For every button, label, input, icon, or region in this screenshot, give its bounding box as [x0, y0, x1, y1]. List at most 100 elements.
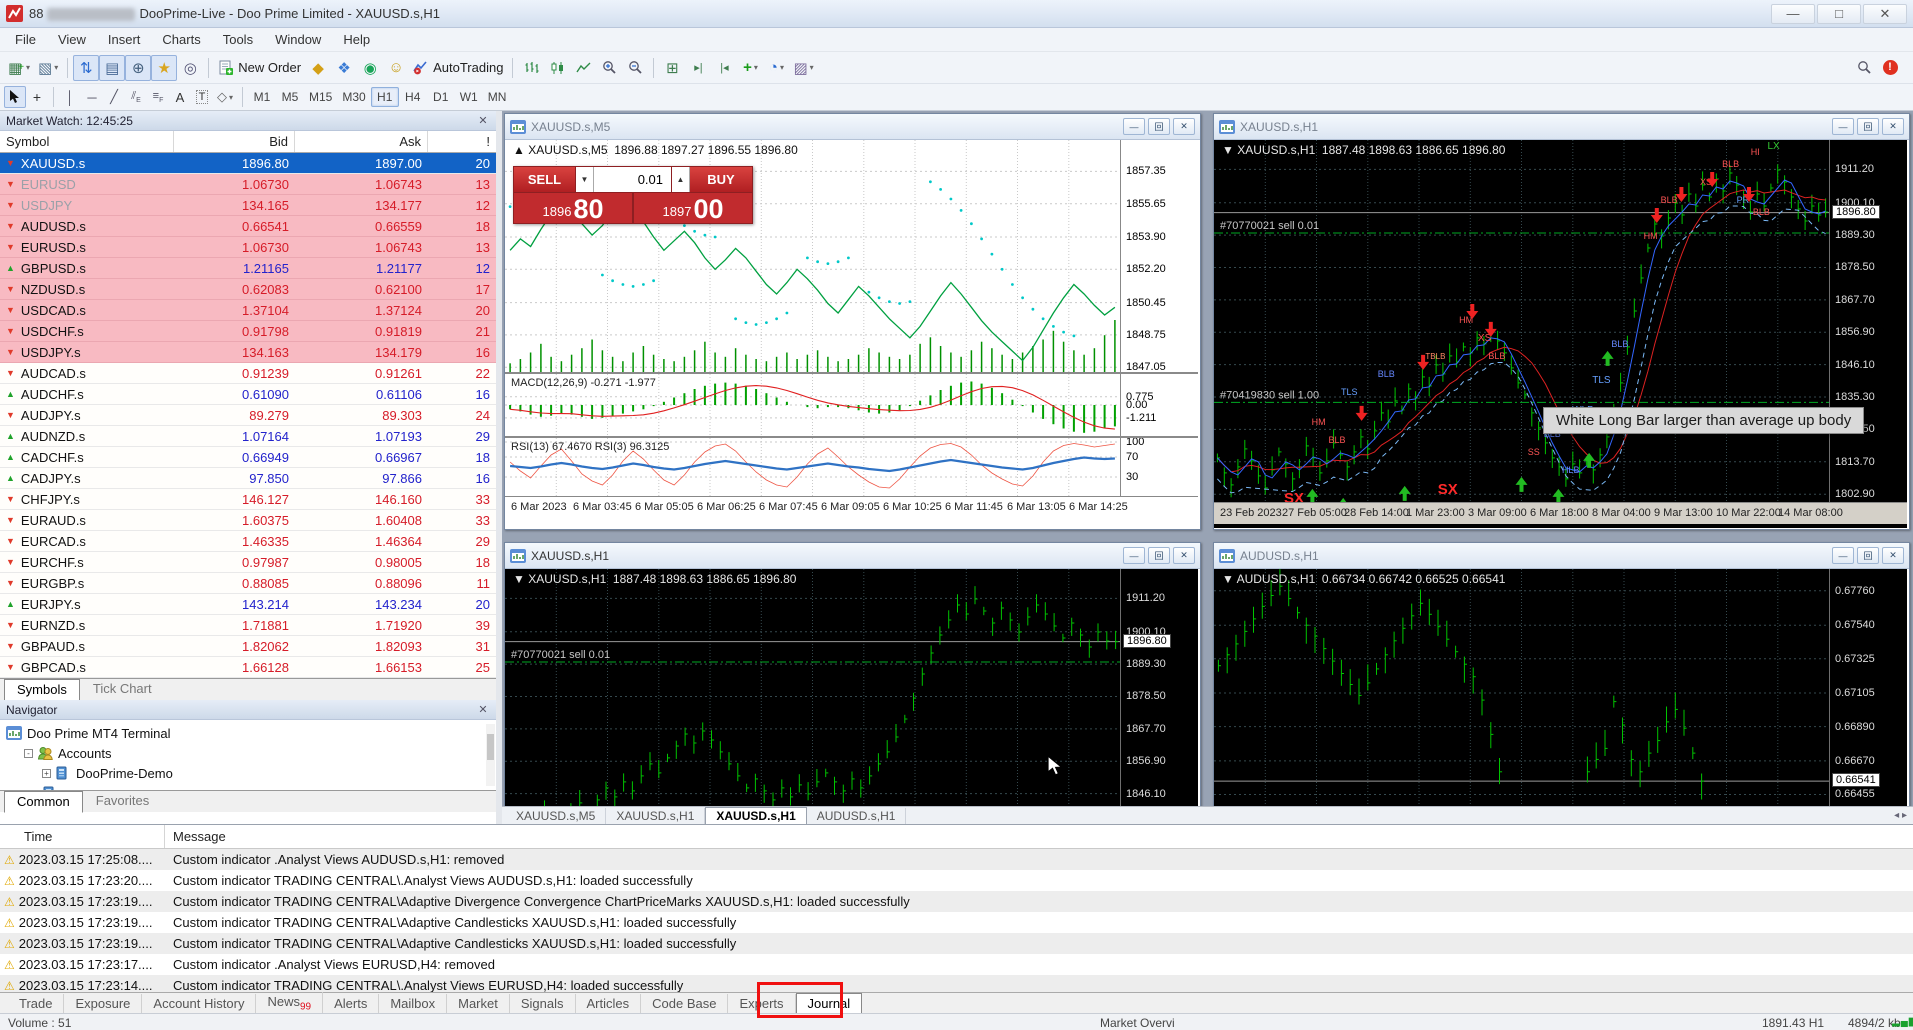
journal-row[interactable]: ⚠2023.03.15 17:23:19....Custom indicator… [0, 912, 1913, 933]
chart-restore-button[interactable]: 回 [1148, 547, 1170, 564]
column-symbol[interactable]: Symbol [0, 131, 174, 152]
market-watch-row-audjpy.s[interactable]: ▼AUDJPY.s89.27989.30324 [0, 405, 496, 426]
market-watch-row-eurgbp.s[interactable]: ▼EURGBP.s0.880850.8809611 [0, 573, 496, 594]
market-watch-row-xauusd.s[interactable]: ▼XAUUSD.s1896.801897.0020 [0, 153, 496, 174]
chart-minimize-button[interactable]: — [1123, 547, 1145, 564]
market-watch-row-chfjpy.s[interactable]: ▼CHFJPY.s146.127146.16033 [0, 489, 496, 510]
templates-button[interactable]: ▨▾ [789, 55, 817, 81]
tile-windows-button[interactable]: ⊞ [659, 55, 685, 81]
market-watch-row-nzdusd.s[interactable]: ▼NZDUSD.s0.620830.6210017 [0, 279, 496, 300]
chart-minimize-button[interactable]: — [1832, 547, 1854, 564]
market-watch-row-eurusd.s[interactable]: ▼EURUSD.s1.067301.0674313 [0, 237, 496, 258]
shapes-button[interactable]: ◇▾ [213, 86, 237, 108]
terminal-tab-signals[interactable]: Signals [510, 994, 576, 1013]
market-watch-row-usdchf.s[interactable]: ▼USDCHF.s0.917980.9181921 [0, 321, 496, 342]
strategy-tester-button[interactable]: ◎ [177, 55, 203, 81]
toolbar-icon-hosting[interactable]: ❖ [331, 55, 357, 81]
navigator-toggle[interactable]: ⊕ [125, 55, 151, 81]
chart-line-button[interactable] [570, 55, 596, 81]
chart-close-button[interactable]: ✕ [1173, 118, 1195, 135]
terminal-tab-exposure[interactable]: Exposure [64, 994, 142, 1013]
timeframe-button-d1[interactable]: D1 [427, 87, 455, 107]
chart-tab-1[interactable]: XAUUSD.s,H1 [606, 808, 705, 824]
collapse-icon[interactable]: - [24, 749, 33, 758]
chart-close-button[interactable]: ✕ [1882, 547, 1904, 564]
chart-minimize-button[interactable]: — [1123, 118, 1145, 135]
timeframe-button-m5[interactable]: M5 [276, 87, 304, 107]
search-button[interactable] [1851, 55, 1877, 81]
market-watch-caption[interactable]: Market Watch: 12:45:25 ✕ [0, 111, 496, 131]
column-ask[interactable]: Ask [295, 131, 428, 152]
terminal-tab-code-base[interactable]: Code Base [641, 994, 728, 1013]
terminal-tab-news[interactable]: News99 [256, 992, 323, 1015]
new-order-button[interactable]: New Order [214, 55, 305, 81]
lot-decrease-button[interactable]: ▼ [576, 167, 594, 192]
sell-price[interactable]: 189680 [514, 193, 632, 223]
vertical-line-tool[interactable]: │ [59, 86, 81, 108]
chart-window-xauusd-h1-top[interactable]: XAUUSD.s,H1 — 回 ✕ ▼ XAUUSD.s,H1 1887.48 … [1213, 113, 1910, 530]
tab-common[interactable]: Common [4, 791, 83, 813]
market-watch-row-eurjpy.s[interactable]: ▲EURJPY.s143.214143.23420 [0, 594, 496, 615]
market-watch-toggle[interactable]: ⇅ [73, 55, 99, 81]
market-watch-row-eurnzd.s[interactable]: ▼EURNZD.s1.718811.7192039 [0, 615, 496, 636]
price-pane[interactable]: #70770021 sell 0.01 [505, 569, 1120, 806]
journal-column-message[interactable]: Message [165, 829, 226, 844]
market-watch-row-audusd.s[interactable]: ▼AUDUSD.s0.665410.6655918 [0, 216, 496, 237]
market-watch-row-usdjpy.s[interactable]: ▼USDJPY.s134.163134.17916 [0, 342, 496, 363]
cursor-tool[interactable] [4, 86, 26, 108]
navigator-scrollbar[interactable] [486, 724, 495, 786]
terminal-tab-trade[interactable]: Trade [8, 994, 64, 1013]
column-bid[interactable]: Bid [174, 131, 295, 152]
crosshair-tool[interactable]: + [26, 86, 48, 108]
terminal-tab-articles[interactable]: Articles [576, 994, 642, 1013]
market-watch-row-eurusd[interactable]: ▼EURUSD1.067301.0674313 [0, 174, 496, 195]
maximize-button[interactable]: □ [1817, 4, 1861, 24]
buy-button[interactable]: BUY [690, 167, 752, 192]
buy-price[interactable]: 189700 [634, 193, 752, 223]
timeframe-button-h1[interactable]: H1 [371, 87, 399, 107]
tab-scroll-arrows[interactable]: ◂ ▸ [1894, 810, 1907, 821]
chart-window-xauusd-h1-bottom[interactable]: XAUUSD.s,H1 — 回 ✕ ▼ XAUUSD.s,H1 1887.48 … [504, 542, 1201, 806]
timeframe-button-m1[interactable]: M1 [248, 87, 276, 107]
chart-tab-2[interactable]: XAUUSD.s,H1 [705, 807, 806, 824]
trendline-tool[interactable]: ╱ [103, 86, 125, 108]
menu-item-view[interactable]: View [47, 29, 97, 50]
market-watch-close-icon[interactable]: ✕ [476, 114, 490, 127]
timeframe-button-w1[interactable]: W1 [455, 87, 483, 107]
chart-window-xauusd-m5[interactable]: XAUUSD.s,M5 — 回 ✕ ▲ XAUUSD.s,M5 1896.88 … [504, 113, 1201, 530]
channel-tool[interactable]: ⫽E [125, 86, 147, 108]
close-button[interactable]: ✕ [1863, 4, 1907, 24]
timeframe-button-m15[interactable]: M15 [304, 87, 337, 107]
market-watch-row-gbpusd.s[interactable]: ▲GBPUSD.s1.211651.2117712 [0, 258, 496, 279]
navigator-close-icon[interactable]: ✕ [476, 703, 490, 716]
tab-favorites[interactable]: Favorites [83, 790, 162, 812]
chart-restore-button[interactable]: 回 [1857, 118, 1879, 135]
price-pane[interactable]: #70770021 sell 0.01#70419830 sell 1.00SX… [1214, 140, 1829, 502]
lot-increase-button[interactable]: ▲ [672, 167, 690, 192]
navigator-item-partial[interactable] [0, 783, 496, 790]
chart-tab-0[interactable]: XAUUSD.s,M5 [506, 808, 606, 824]
text-label-tool[interactable]: T [191, 86, 213, 108]
navigator-item-dooprime-demo[interactable]: +DooPrime-Demo [0, 763, 496, 783]
price-pane[interactable] [1214, 569, 1829, 806]
text-tool[interactable]: A [169, 86, 191, 108]
toolbar-icon-community[interactable]: ☺ [383, 55, 409, 81]
expand-icon[interactable]: + [42, 769, 51, 778]
chart-title-bar[interactable]: AUDUSD.s,H1 — 回 ✕ [1214, 543, 1909, 569]
profiles-button[interactable]: ▧▾ [34, 55, 62, 81]
fibonacci-tool[interactable]: ≡F [147, 86, 169, 108]
menu-item-charts[interactable]: Charts [151, 29, 211, 50]
navigator-caption[interactable]: Navigator ✕ [0, 700, 496, 720]
market-watch-row-gbpaud.s[interactable]: ▼GBPAUD.s1.820621.8209331 [0, 636, 496, 657]
market-watch-row-cadchf.s[interactable]: ▲CADCHF.s0.669490.6696718 [0, 447, 496, 468]
menu-item-file[interactable]: File [4, 29, 47, 50]
chart-restore-button[interactable]: 回 [1148, 118, 1170, 135]
market-watch-row-usdcad.s[interactable]: ▼USDCAD.s1.371041.3712420 [0, 300, 496, 321]
toolbar-icon-signals[interactable]: ◉ [357, 55, 383, 81]
zoom-in-button[interactable] [596, 55, 622, 81]
menu-item-insert[interactable]: Insert [97, 29, 152, 50]
market-watch-row-gbpcad.s[interactable]: ▼GBPCAD.s1.661281.6615325 [0, 657, 496, 678]
chart-title-bar[interactable]: XAUUSD.s,H1 — 回 ✕ [505, 543, 1200, 569]
timeframe-button-mn[interactable]: MN [483, 87, 512, 107]
market-watch-row-usdjpy[interactable]: ▼USDJPY134.165134.17712 [0, 195, 496, 216]
